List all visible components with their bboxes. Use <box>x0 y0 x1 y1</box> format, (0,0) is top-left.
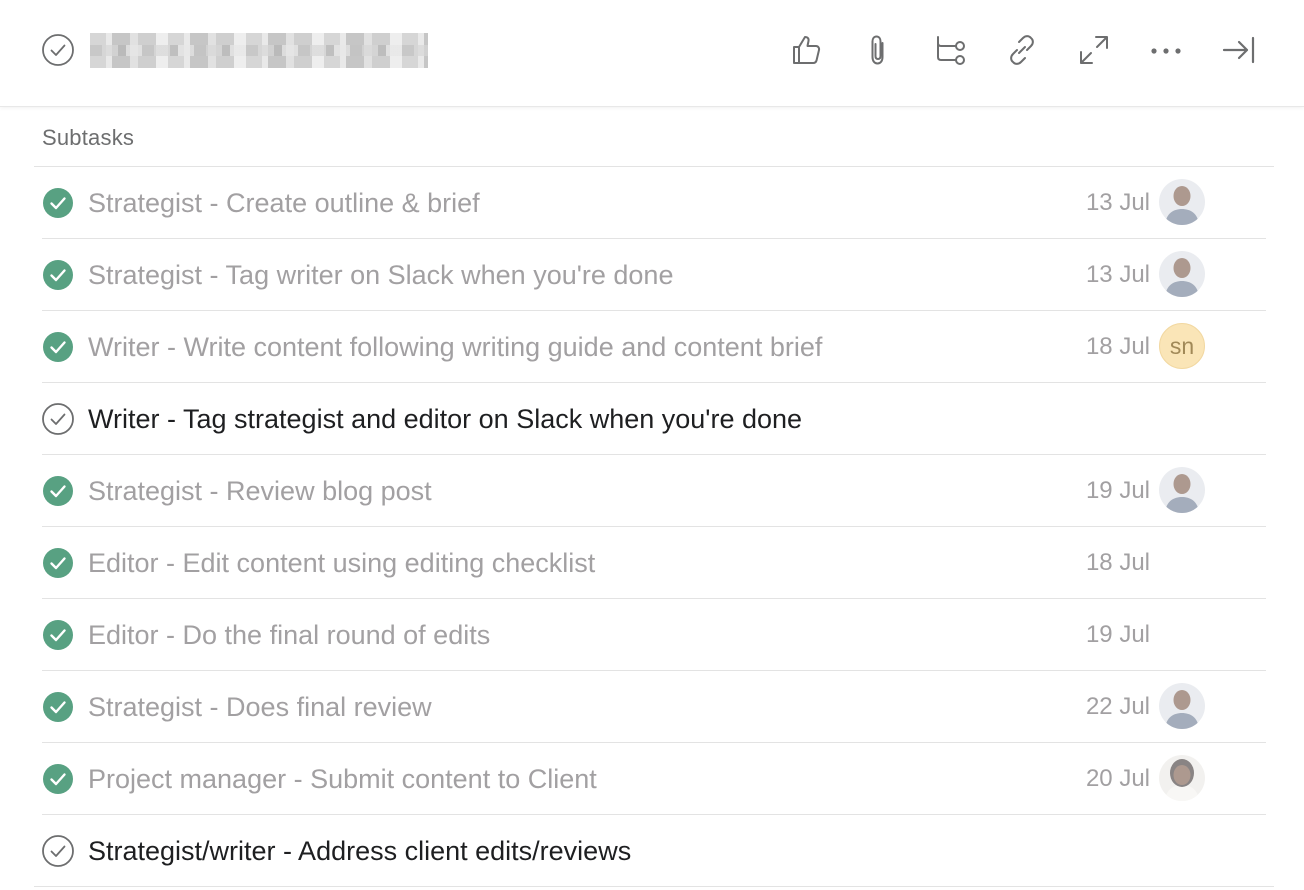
completed-check-icon[interactable] <box>42 475 74 507</box>
man-avatar-icon <box>1159 467 1205 513</box>
task-title-redacted[interactable] <box>90 33 428 68</box>
subtask-name[interactable]: Strategist - Create outline & brief <box>88 186 480 220</box>
completed-check-icon[interactable] <box>42 187 74 219</box>
subtask-name[interactable]: Strategist - Tag writer on Slack when yo… <box>88 258 673 292</box>
subtask-name[interactable]: Strategist - Does final review <box>88 690 432 724</box>
incomplete-check-icon[interactable] <box>42 403 74 435</box>
subtask-name[interactable]: Project manager - Submit content to Clie… <box>88 762 597 796</box>
subtask-row[interactable]: Strategist - Tag writer on Slack when yo… <box>42 239 1266 311</box>
subtask-due-date[interactable]: 22 Jul <box>1086 692 1150 722</box>
expand-button[interactable] <box>1074 30 1114 70</box>
paperclip-icon <box>871 35 884 65</box>
assignee-avatar[interactable] <box>1159 467 1205 513</box>
assignee-avatar[interactable]: sn <box>1159 323 1205 369</box>
subtask-name[interactable]: Strategist/writer - Address client edits… <box>88 834 631 868</box>
woman-avatar-icon <box>1159 755 1205 801</box>
expand-icon <box>1080 36 1108 64</box>
subtask-row[interactable]: Writer - Write content following writing… <box>42 311 1266 383</box>
completed-check-icon[interactable] <box>42 547 74 579</box>
subtask-due-date[interactable]: 13 Jul <box>1086 188 1150 218</box>
subtask-row[interactable]: Editor - Edit content using editing chec… <box>42 527 1266 599</box>
subtask-due-date[interactable]: 18 Jul <box>1086 332 1150 362</box>
assignee-avatar[interactable] <box>1159 755 1205 801</box>
subtask-name[interactable]: Editor - Do the final round of edits <box>88 618 490 652</box>
man-avatar-icon <box>1159 179 1205 225</box>
completed-check-icon[interactable] <box>42 619 74 651</box>
mark-complete-icon[interactable] <box>42 34 74 66</box>
subtasks-list: Strategist - Create outline & brief 13 Ju… <box>34 166 1274 887</box>
subtask-row[interactable]: Editor - Do the final round of edits 19 J… <box>42 599 1266 671</box>
subtask-due-date[interactable]: 19 Jul <box>1086 476 1150 506</box>
link-icon <box>1010 35 1034 65</box>
more-horizontal-icon <box>1151 48 1181 54</box>
man-avatar-icon <box>1159 251 1205 297</box>
completed-check-icon[interactable] <box>42 259 74 291</box>
subtask-icon <box>937 36 965 65</box>
subtask-name[interactable]: Editor - Edit content using editing chec… <box>88 546 595 580</box>
assignee-avatar[interactable] <box>1159 251 1205 297</box>
close-pane-button[interactable] <box>1218 30 1258 70</box>
subtask-row[interactable]: Strategist - Review blog post 19 Jul <box>42 455 1266 527</box>
subtask-name[interactable]: Strategist - Review blog post <box>88 474 432 508</box>
subtask-row[interactable]: Strategist - Create outline & brief 13 Ju… <box>42 167 1266 239</box>
completed-check-icon[interactable] <box>42 763 74 795</box>
add-subtask-button[interactable] <box>930 30 970 70</box>
incomplete-check-icon[interactable] <box>42 835 74 867</box>
subtask-row[interactable]: Strategist - Does final review 22 Jul <box>42 671 1266 743</box>
task-header <box>0 0 1304 107</box>
assignee-avatar[interactable] <box>1159 179 1205 225</box>
subtask-due-date[interactable]: 18 Jul <box>1086 548 1150 578</box>
subtask-row[interactable]: Strategist/writer - Address client edits… <box>34 815 1274 887</box>
subtask-row[interactable]: Writer - Tag strategist and editor on Sl… <box>42 383 1266 455</box>
subtasks-heading: Subtasks <box>42 125 135 150</box>
copy-link-button[interactable] <box>1002 30 1042 70</box>
more-actions-button[interactable] <box>1146 30 1186 70</box>
subtask-name[interactable]: Writer - Tag strategist and editor on Sl… <box>88 402 802 436</box>
subtask-name[interactable]: Writer - Write content following writing… <box>88 330 822 364</box>
completed-check-icon[interactable] <box>42 331 74 363</box>
subtask-due-date[interactable]: 20 Jul <box>1086 764 1150 794</box>
subtask-due-date[interactable]: 19 Jul <box>1086 620 1150 650</box>
man-avatar-icon <box>1159 683 1205 729</box>
subtask-due-date[interactable]: 13 Jul <box>1086 260 1150 290</box>
completed-check-icon[interactable] <box>42 691 74 723</box>
thumbs-up-icon <box>793 36 821 64</box>
attach-button[interactable] <box>858 30 898 70</box>
like-button[interactable] <box>786 30 826 70</box>
close-pane-icon <box>1222 36 1255 64</box>
subtask-row[interactable]: Project manager - Submit content to Clie… <box>42 743 1266 815</box>
assignee-avatar[interactable] <box>1159 683 1205 729</box>
